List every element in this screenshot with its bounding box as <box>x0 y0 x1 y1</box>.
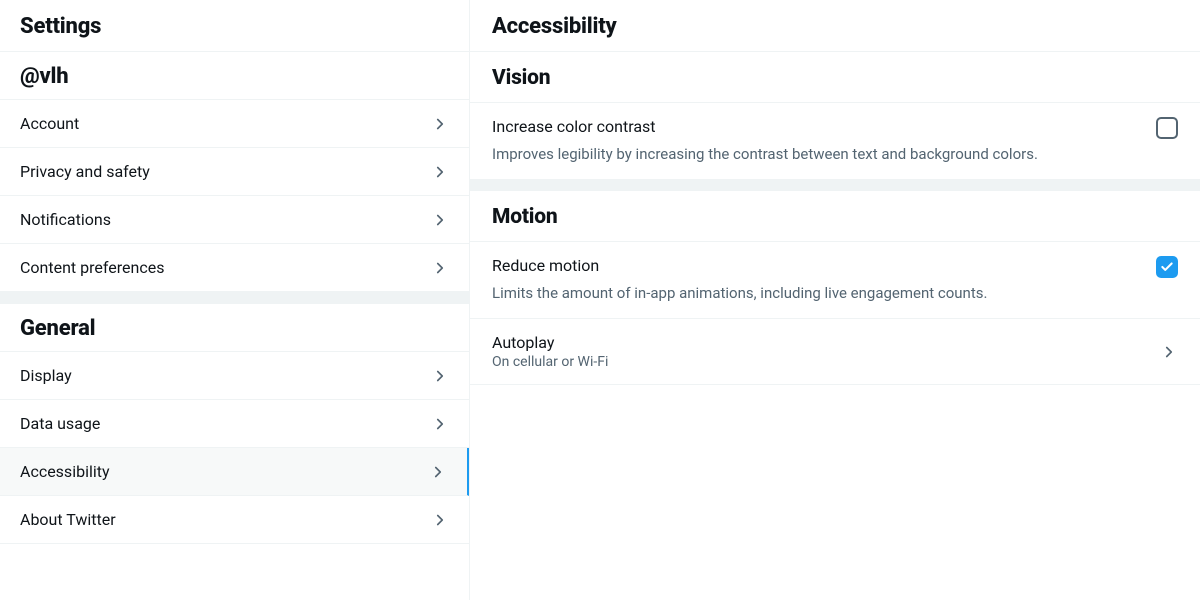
reduce-motion-row: Reduce motion <box>470 242 1200 284</box>
chevron-right-icon <box>431 115 449 133</box>
account-handle: @vlh <box>20 64 449 89</box>
section-divider <box>0 292 469 304</box>
chevron-right-icon <box>431 211 449 229</box>
autoplay-label: Autoplay <box>492 333 608 352</box>
sidebar-item-label: Account <box>20 114 79 133</box>
sidebar-header: Settings <box>0 0 469 52</box>
settings-sidebar: Settings @vlh Account Privacy and safety… <box>0 0 470 600</box>
autoplay-texts: Autoplay On cellular or Wi-Fi <box>492 333 608 370</box>
motion-heading: Motion <box>492 205 1178 229</box>
sidebar-item-display[interactable]: Display <box>0 352 469 400</box>
settings-title: Settings <box>20 14 449 39</box>
reduce-motion-label: Reduce motion <box>492 256 599 275</box>
chevron-right-icon <box>1160 343 1178 361</box>
sidebar-item-label: Notifications <box>20 210 111 229</box>
detail-title: Accessibility <box>492 14 1180 39</box>
reduce-motion-description: Limits the amount of in-app animations, … <box>470 284 1200 319</box>
chevron-right-icon <box>431 367 449 385</box>
chevron-right-icon <box>431 415 449 433</box>
chevron-right-icon <box>431 259 449 277</box>
sidebar-item-accessibility[interactable]: Accessibility <box>0 448 469 496</box>
sidebar-item-label: Privacy and safety <box>20 162 150 181</box>
general-section-header: General <box>0 304 469 352</box>
detail-header: Accessibility <box>470 0 1200 52</box>
settings-detail-pane: Accessibility Vision Increase color cont… <box>470 0 1200 600</box>
increase-color-contrast-description: Improves legibility by increasing the co… <box>470 145 1200 179</box>
sidebar-item-label: Data usage <box>20 414 100 433</box>
sidebar-item-label: Accessibility <box>20 462 110 481</box>
general-heading: General <box>20 316 449 341</box>
section-divider <box>470 179 1200 191</box>
increase-color-contrast-row: Increase color contrast <box>470 103 1200 145</box>
chevron-right-icon <box>429 463 447 481</box>
sidebar-item-label: Display <box>20 366 72 385</box>
autoplay-value: On cellular or Wi-Fi <box>492 354 608 370</box>
sidebar-item-account[interactable]: Account <box>0 100 469 148</box>
sidebar-item-label: About Twitter <box>20 510 116 529</box>
sidebar-item-content-preferences[interactable]: Content preferences <box>0 244 469 292</box>
sidebar-item-privacy-and-safety[interactable]: Privacy and safety <box>0 148 469 196</box>
chevron-right-icon <box>431 511 449 529</box>
sidebar-item-notifications[interactable]: Notifications <box>0 196 469 244</box>
vision-group-header: Vision <box>470 52 1200 103</box>
increase-color-contrast-checkbox[interactable] <box>1156 117 1178 139</box>
autoplay-row[interactable]: Autoplay On cellular or Wi-Fi <box>470 319 1200 385</box>
account-handle-section: @vlh <box>0 52 469 100</box>
reduce-motion-checkbox[interactable] <box>1156 256 1178 278</box>
sidebar-item-data-usage[interactable]: Data usage <box>0 400 469 448</box>
sidebar-item-label: Content preferences <box>20 258 164 277</box>
vision-heading: Vision <box>492 66 1178 90</box>
motion-group-header: Motion <box>470 191 1200 242</box>
chevron-right-icon <box>431 163 449 181</box>
increase-color-contrast-label: Increase color contrast <box>492 117 656 136</box>
sidebar-item-about-twitter[interactable]: About Twitter <box>0 496 469 544</box>
